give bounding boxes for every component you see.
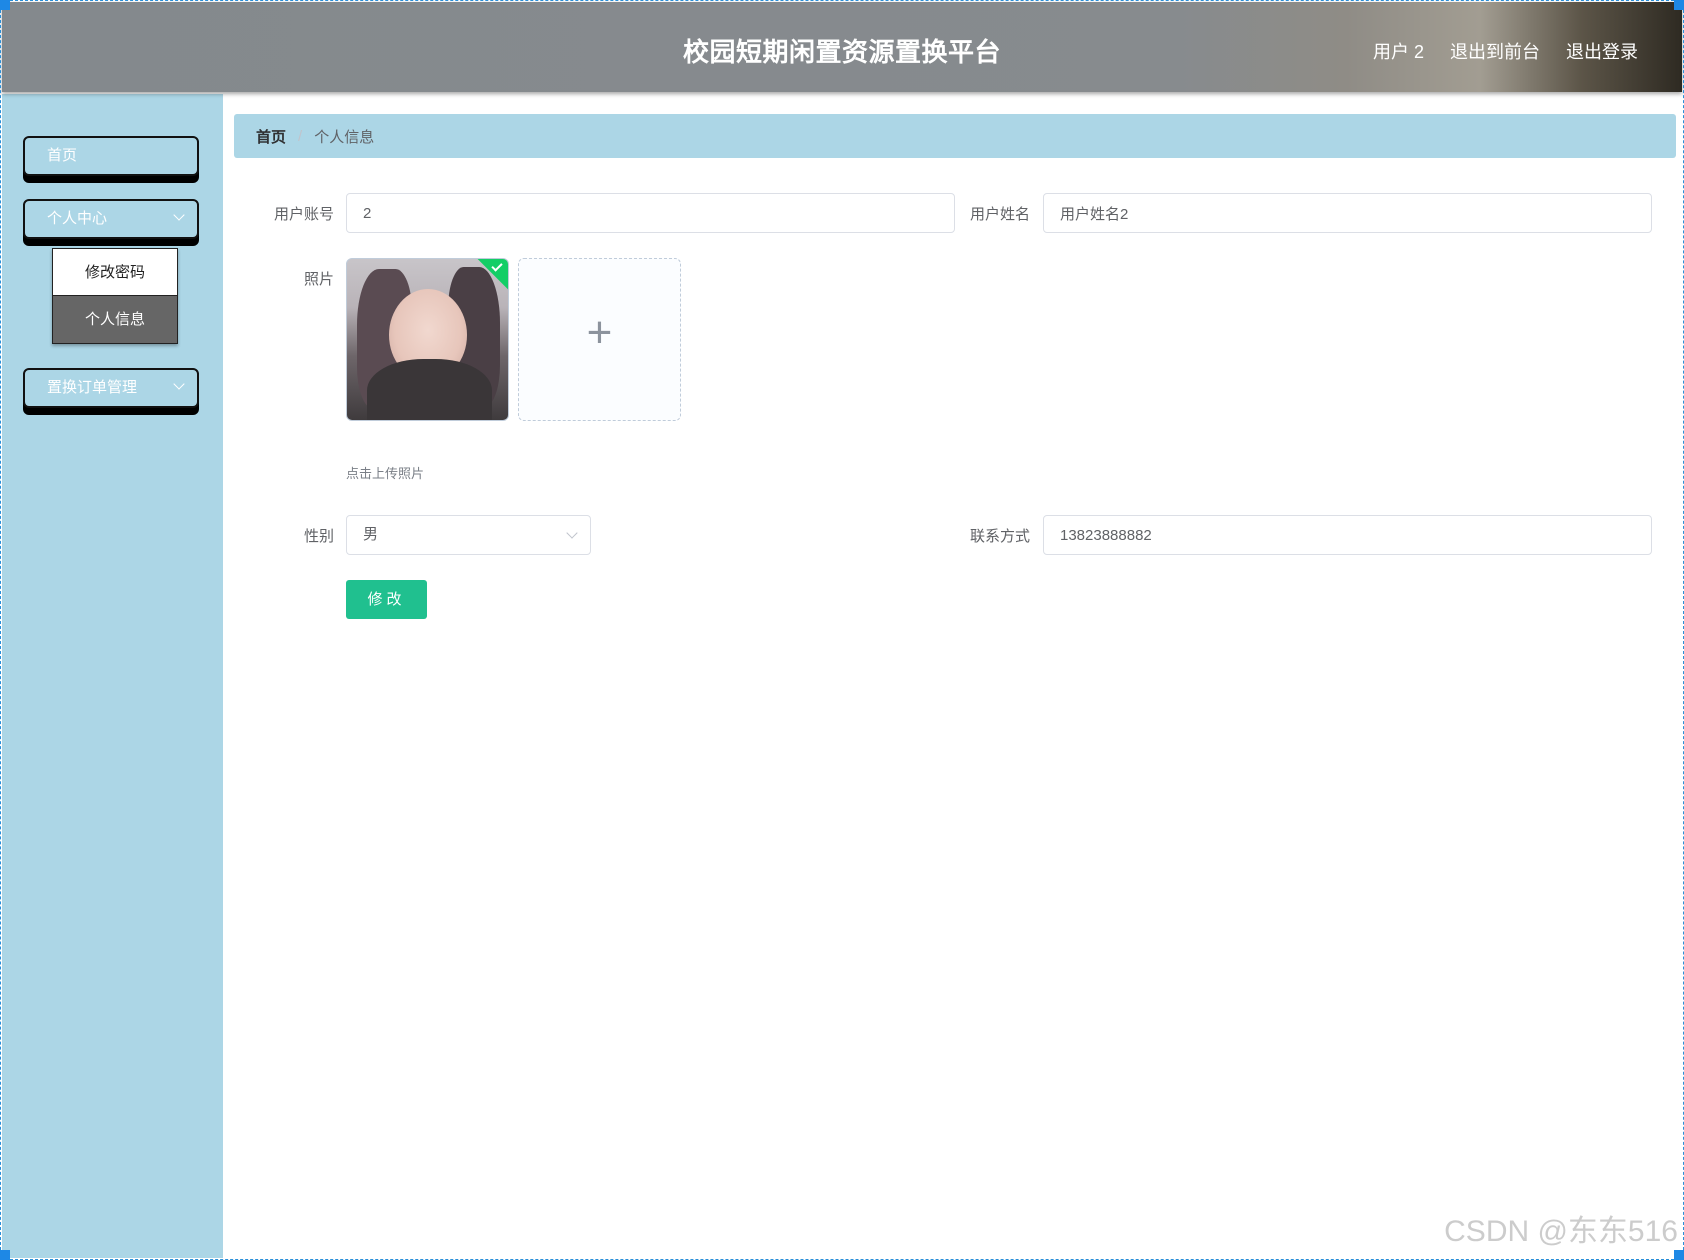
contact-label: 联系方式	[969, 528, 1030, 545]
sidebar-item-label: 首页	[47, 147, 78, 164]
account-field[interactable]	[346, 193, 955, 233]
breadcrumb-home[interactable]: 首页	[256, 126, 286, 147]
chevron-down-icon	[566, 527, 578, 539]
breadcrumb-current: 个人信息	[314, 128, 375, 146]
name-label: 用户姓名	[969, 206, 1030, 223]
frame-corner	[1674, 0, 1684, 10]
header-nav: 用户 2 退出到前台 退出登录	[1373, 38, 1638, 64]
name-field[interactable]	[1043, 193, 1652, 233]
plus-icon: +	[586, 308, 613, 357]
frame-corner	[0, 0, 10, 10]
photo-label: 照片	[303, 271, 334, 288]
back-to-front-link[interactable]: 退出到前台	[1450, 38, 1540, 64]
user-link[interactable]: 用户 2	[1373, 38, 1424, 64]
breadcrumb-separator: /	[298, 127, 303, 145]
logout-link[interactable]: 退出登录	[1566, 38, 1638, 64]
photo-upload-button[interactable]: +	[518, 258, 681, 421]
gender-label: 性别	[303, 528, 334, 545]
chevron-down-icon	[173, 378, 185, 390]
personal-center-submenu: 修改密码 个人信息	[52, 248, 178, 344]
frame-corner	[1674, 1250, 1684, 1260]
submenu-item-personal-info[interactable]: 个人信息	[53, 296, 177, 343]
account-label: 用户账号	[273, 206, 334, 223]
watermark: CSDN @东东516	[1444, 1215, 1678, 1248]
photo-scarf	[367, 359, 492, 420]
breadcrumb: 首页 / 个人信息	[234, 114, 1676, 158]
top-header: 校园短期闲置资源置换平台 用户 2 退出到前台 退出登录	[2, 2, 1682, 92]
frame-corner	[0, 1250, 10, 1260]
uploaded-photo[interactable]	[346, 258, 509, 421]
sidebar-item-home[interactable]: 首页	[23, 136, 199, 176]
contact-field[interactable]	[1043, 515, 1652, 555]
upload-tip: 点击上传照片	[346, 466, 425, 481]
chevron-down-icon	[173, 209, 185, 221]
sidebar-item-label: 置换订单管理	[47, 379, 138, 396]
gender-value: 男	[363, 526, 379, 543]
outer-frame	[0, 0, 1684, 1260]
sidebar-item-order-management[interactable]: 置换订单管理	[23, 368, 199, 408]
submenu-item-change-password[interactable]: 修改密码	[53, 249, 177, 296]
sidebar-item-personal-center[interactable]: 个人中心	[23, 199, 199, 239]
gender-select[interactable]: 男	[346, 515, 591, 555]
sidebar-item-label: 个人中心	[47, 210, 108, 227]
submit-button[interactable]: 修改	[346, 580, 427, 619]
